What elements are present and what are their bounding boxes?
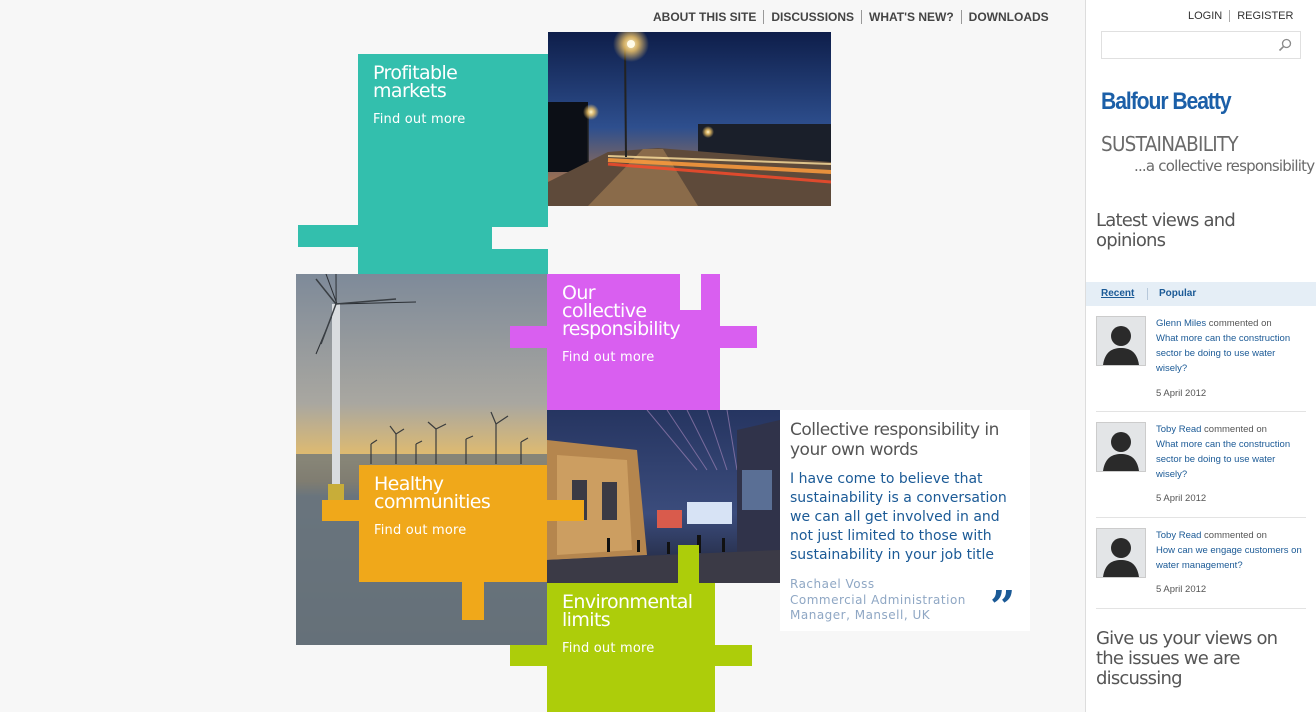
healthy-find-out-more-link[interactable]: Find out more [374, 523, 466, 538]
latest-views-heading: Latest views and opinions [1096, 210, 1236, 251]
nav-downloads[interactable]: DOWNLOADS [962, 9, 1056, 25]
environmental-title: Environmental limits [562, 591, 693, 631]
comment-tabs: Recent Popular [1086, 282, 1316, 306]
give-views-heading: Give us your views on the issues we are … [1096, 628, 1278, 689]
comment-text: Toby Read commented on What more can the… [1156, 422, 1306, 482]
profitable-find-out-more-link[interactable]: Find out more [373, 112, 465, 127]
comment-text: Glenn Miles commented on What more can t… [1156, 316, 1306, 376]
nav-about[interactable]: ABOUT THIS SITE [646, 9, 763, 25]
quote-mark-icon: ” [990, 582, 1016, 633]
quote-heading: Collective responsibility in your own wo… [790, 420, 999, 460]
nav-whats-new[interactable]: WHAT'S NEW? [862, 9, 961, 25]
quote-role: Commercial Administration Manager, Manse… [790, 593, 966, 622]
tab-popular[interactable]: Popular [1159, 288, 1196, 299]
user-silhouette-icon [1103, 432, 1139, 471]
commenter-name-link[interactable]: Glenn Miles [1156, 318, 1206, 329]
search-icon[interactable] [1278, 38, 1292, 52]
avatar[interactable] [1096, 528, 1146, 578]
comment-verb: commented on [1201, 424, 1267, 435]
user-silhouette-icon [1103, 538, 1139, 577]
collective-notch [680, 274, 701, 310]
register-link[interactable]: REGISTER [1230, 10, 1300, 22]
comment-date: 5 April 2012 [1156, 493, 1207, 504]
commenter-name-link[interactable]: Toby Read [1156, 424, 1201, 435]
quote-text: I have come to believe that sustainabili… [790, 471, 1007, 563]
environmental-tab-top [678, 545, 699, 585]
user-silhouette-icon [1103, 326, 1139, 365]
comment-verb: commented on [1201, 530, 1267, 541]
comment-text: Toby Read commented on How can we engage… [1156, 528, 1306, 573]
comment-item: Toby Read commented on How can we engage… [1096, 528, 1306, 603]
discussion-topic-link[interactable]: What more can the construction sector be… [1156, 439, 1290, 480]
comment-item: Toby Read commented on What more can the… [1096, 422, 1306, 512]
tab-recent[interactable]: Recent [1101, 288, 1134, 299]
discussion-topic-link[interactable]: What more can the construction sector be… [1156, 333, 1290, 374]
avatar[interactable] [1096, 316, 1146, 366]
comment-verb: commented on [1206, 318, 1272, 329]
healthy-title: Healthy communities [374, 473, 491, 513]
login-link[interactable]: LOGIN [1181, 10, 1229, 22]
commenter-name-link[interactable]: Toby Read [1156, 530, 1201, 541]
tagline-sustainability: SUSTAINABILITY [1101, 132, 1239, 156]
comment-divider [1096, 608, 1306, 609]
comment-divider [1096, 517, 1306, 518]
profitable-notch [492, 227, 548, 249]
balfour-beatty-logo[interactable]: Balfour Beatty [1101, 88, 1232, 116]
top-nav: ABOUT THIS SITE DISCUSSIONS WHAT'S NEW? … [646, 9, 1056, 25]
comment-date: 5 April 2012 [1156, 388, 1207, 399]
quote-author: Rachael Voss [790, 577, 875, 591]
comment-item: Glenn Miles commented on What more can t… [1096, 316, 1306, 406]
comment-divider [1096, 411, 1306, 412]
avatar[interactable] [1096, 422, 1146, 472]
tagline-collective: ...a collective responsibility [1134, 157, 1315, 175]
sidebar: LOGIN REGISTER Balfour Beatty SUSTAINABI… [1085, 0, 1316, 712]
quote-card: Collective responsibility in your own wo… [780, 410, 1030, 631]
nav-discussions[interactable]: DISCUSSIONS [764, 9, 861, 25]
account-links: LOGIN REGISTER [1181, 10, 1300, 22]
station-photo [547, 410, 780, 583]
environmental-find-out-more-link[interactable]: Find out more [562, 641, 654, 656]
collective-title: Our collective responsibility [562, 282, 681, 340]
tab-divider [1147, 288, 1148, 300]
discussion-topic-link[interactable]: How can we engage customers on water man… [1156, 545, 1302, 571]
comment-date: 5 April 2012 [1156, 584, 1207, 595]
healthy-tab-bottom [462, 580, 484, 620]
search-input[interactable] [1101, 31, 1301, 59]
profitable-title: Profitable markets [373, 62, 458, 102]
night-street-photo [548, 32, 831, 206]
collective-find-out-more-link[interactable]: Find out more [562, 350, 654, 365]
